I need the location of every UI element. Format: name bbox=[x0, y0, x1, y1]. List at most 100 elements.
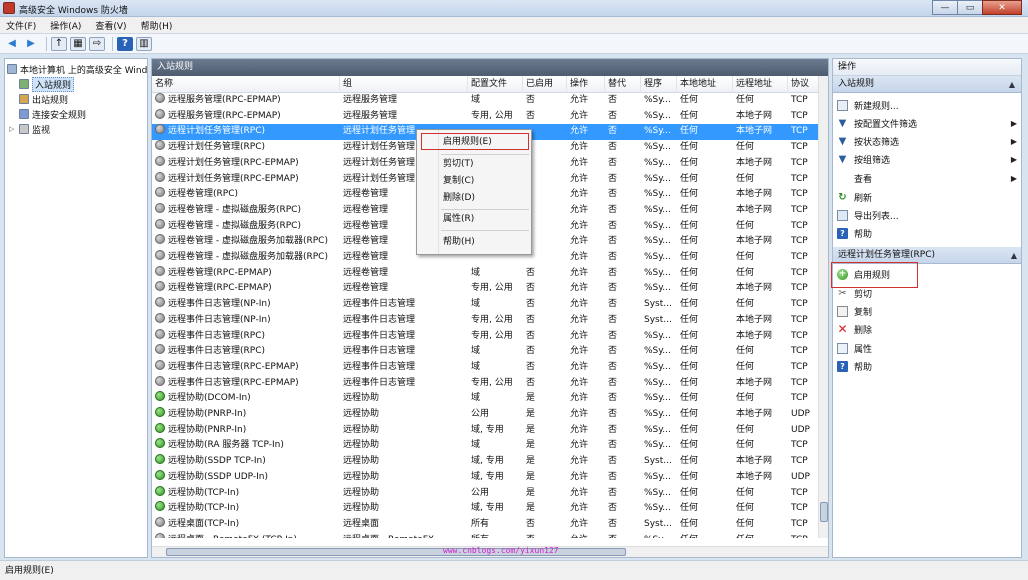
table-row[interactable]: 远程事件日志管理(NP-In) 远程事件日志管理 域 否 允许 否 Syst... 任何 任何 T… bbox=[152, 297, 820, 313]
column-header-name[interactable]: 名称 bbox=[152, 76, 340, 93]
cell-text: Syst... bbox=[644, 314, 672, 325]
cell-text: 本地子网 bbox=[736, 283, 773, 294]
menu-view[interactable]: 查看(V) bbox=[95, 19, 126, 32]
menu-item-copy[interactable]: 复制(C) bbox=[443, 174, 474, 189]
table-row[interactable]: 远程事件日志管理(RPC-EPMAP) 远程事件日志管理 域 否 允许 否 %Sy... 任何… bbox=[152, 359, 820, 376]
table-row[interactable]: 远程协助(TCP-In) 远程协助 公用 是 允许 否 %Sy... 任何 任何 TCP bbox=[152, 485, 820, 502]
minimize-button[interactable]: — bbox=[932, 0, 958, 15]
new-rule-icon bbox=[837, 99, 848, 111]
expand-icon[interactable]: ▷ bbox=[9, 125, 17, 133]
export-icon[interactable]: ⇨ bbox=[89, 36, 105, 51]
tree-item-inbound-rules[interactable]: 入站规则 bbox=[19, 76, 75, 92]
table-row[interactable]: 远程协助(SSDP TCP-In) 远程协助 域, 专用 是 允许 否 Syst... 任何 本… bbox=[152, 454, 820, 470]
cell-name: 远程协助(RA 服务器 TCP-In) bbox=[152, 438, 340, 454]
action-help[interactable]: ? 帮助 bbox=[837, 224, 1019, 242]
disabled-status-icon bbox=[155, 140, 165, 151]
action-new-rule[interactable]: 新建规则... bbox=[837, 96, 1019, 114]
cell-text: 远程协助(TCP-In) bbox=[168, 487, 240, 498]
menu-file[interactable]: 文件(F) bbox=[6, 19, 36, 32]
cell-override: 否 bbox=[605, 172, 641, 188]
action-delete[interactable]: ✕ 删除 bbox=[837, 320, 1019, 338]
action-copy[interactable]: 复制 bbox=[837, 302, 1019, 320]
collapse-icon[interactable]: ▲ bbox=[1011, 247, 1017, 264]
table-row[interactable]: 远程协助(PNRP-In) 远程协助 域, 专用 是 允许 否 %Sy... 任何 任何 UDP bbox=[152, 422, 820, 439]
cell-text: 否 bbox=[608, 487, 618, 498]
cell-text: 任何 bbox=[680, 471, 699, 482]
help-icon[interactable]: ? bbox=[117, 36, 133, 51]
action-filter-group[interactable]: ▼ 按组筛选 ▶ bbox=[837, 150, 1019, 168]
action-export-list[interactable]: 导出列表... bbox=[837, 206, 1019, 224]
cell-text: 是 bbox=[526, 409, 536, 419]
cell-protocol: TCP bbox=[788, 93, 820, 109]
column-header-group[interactable]: 组 bbox=[340, 76, 468, 93]
column-header-profile[interactable]: 配置文件 bbox=[468, 76, 523, 93]
table-row[interactable]: 远程事件日志管理(NP-In) 远程事件日志管理 专用, 公用 否 允许 否 Syst...… bbox=[152, 312, 820, 329]
table-row[interactable]: 远程卷管理(RPC-EPMAP) 远程卷管理 域 否 允许 否 %Sy... 任何 任何 TCP bbox=[152, 265, 820, 282]
table-row[interactable]: 远程卷管理(RPC-EPMAP) 远程卷管理 专用, 公用 否 允许 否 %Sy... 任何 本… bbox=[152, 281, 820, 297]
cell-group: 远程协助 bbox=[340, 407, 468, 423]
column-header-program[interactable]: 程序 bbox=[641, 76, 677, 93]
forward-icon[interactable]: ▶ bbox=[23, 37, 39, 51]
column-header-override[interactable]: 替代 bbox=[605, 76, 641, 93]
menu-item-enable-rule[interactable]: 启用规则(E) bbox=[443, 135, 492, 150]
tree-item-monitoring[interactable]: ▷ 监视 bbox=[9, 122, 50, 136]
menu-action[interactable]: 操作(A) bbox=[50, 19, 81, 32]
menu-help[interactable]: 帮助(H) bbox=[141, 19, 173, 32]
cell-text: 任何 bbox=[680, 173, 699, 184]
cell-enabled: 否 bbox=[523, 93, 567, 109]
tree-item-connection-security[interactable]: 连接安全规则 bbox=[19, 107, 86, 121]
cell-text: 是 bbox=[526, 456, 536, 467]
action-filter-state[interactable]: ▼ 按状态筛选 ▶ bbox=[837, 132, 1019, 150]
column-header-enabled[interactable]: 已启用 bbox=[523, 76, 567, 93]
action-filter-profile[interactable]: ▼ 按配置文件筛选 ▶ bbox=[837, 114, 1019, 132]
enabled-status-icon bbox=[155, 422, 165, 433]
menu-item-delete[interactable]: 删除(D) bbox=[443, 191, 475, 206]
cell-action: 允许 bbox=[567, 234, 605, 250]
table-row[interactable]: 远程桌面(TCP-In) 远程桌面 所有 否 允许 否 Syst... 任何 任何 TCP bbox=[152, 516, 820, 533]
column-header-local-address[interactable]: 本地地址 bbox=[677, 76, 733, 93]
table-row[interactable]: 远程协助(DCOM-In) 远程协助 域 是 允许 否 %Sy... 任何 任何 TCP bbox=[152, 391, 820, 407]
cell-program: %Sy... bbox=[641, 250, 677, 266]
cell-protocol: TCP bbox=[788, 140, 820, 156]
action-help-rule[interactable]: ? 帮助 bbox=[837, 357, 1019, 375]
show-hide-tree-icon[interactable]: ▦ bbox=[70, 36, 86, 51]
enabled-status-icon bbox=[155, 469, 165, 480]
table-row[interactable]: 远程服务管理(RPC-EPMAP) 远程服务管理 域 否 允许 否 %Sy... 任何 任何 TC… bbox=[152, 93, 820, 109]
scroll-thumb[interactable] bbox=[820, 502, 828, 522]
cell-profile: 专用, 公用 bbox=[468, 109, 523, 125]
menu-item-properties[interactable]: 属性(R) bbox=[443, 212, 474, 227]
action-properties[interactable]: 属性 bbox=[837, 339, 1019, 357]
actions-section-inbound[interactable]: 入站规则 ▲ bbox=[833, 76, 1021, 93]
action-refresh[interactable]: ↻ 刷新 bbox=[837, 188, 1019, 206]
tree-item-outbound-rules[interactable]: 出站规则 bbox=[19, 92, 68, 106]
cell-text: 远程协助 bbox=[343, 487, 380, 498]
cell-protocol: TCP bbox=[788, 156, 820, 172]
menu-separator bbox=[441, 154, 529, 155]
collapse-icon[interactable]: ▲ bbox=[1009, 76, 1015, 93]
table-row[interactable]: 远程协助(PNRP-In) 远程协助 公用 是 允许 否 %Sy... 任何 本地子网 UDP bbox=[152, 407, 820, 423]
up-folder-icon[interactable]: ↑ bbox=[51, 36, 67, 51]
table-row[interactable]: 远程事件日志管理(RPC-EPMAP) 远程事件日志管理 专用, 公用 否 允许 否 %Sy… bbox=[152, 375, 820, 392]
vertical-scrollbar[interactable] bbox=[818, 76, 828, 538]
action-pane-icon[interactable]: ▥ bbox=[136, 36, 152, 51]
maximize-button[interactable]: ▭ bbox=[957, 0, 983, 15]
column-header-remote-address[interactable]: 远程地址 bbox=[733, 76, 788, 93]
table-row[interactable]: 远程事件日志管理(RPC) 远程事件日志管理 域 否 允许 否 %Sy... 任何 任何 TCP bbox=[152, 344, 820, 360]
tree-root[interactable]: 本地计算机 上的高级安全 Windows bbox=[7, 62, 147, 76]
column-header-action[interactable]: 操作 bbox=[567, 76, 605, 93]
table-row[interactable]: 远程服务管理(RPC-EPMAP) 远程服务管理 专用, 公用 否 允许 否 %Sy... 任… bbox=[152, 108, 820, 125]
tree-item-label: 监视 bbox=[32, 125, 51, 136]
column-header-protocol[interactable]: 协议 bbox=[788, 76, 820, 93]
cell-local: 任何 bbox=[677, 517, 733, 533]
back-icon[interactable]: ◀ bbox=[4, 37, 20, 51]
close-button[interactable]: ✕ bbox=[982, 0, 1022, 15]
menu-item-cut[interactable]: 剪切(T) bbox=[443, 157, 474, 172]
table-row[interactable]: 远程协助(RA 服务器 TCP-In) 远程协助 域 是 允许 否 %Sy... 任何 任何 TC… bbox=[152, 438, 820, 454]
action-view[interactable]: 查看 ▶ bbox=[837, 169, 1019, 187]
table-row[interactable]: 远程桌面 - RemoteFX (TCP-In) 远程桌面 - RemoteFX 所… bbox=[152, 532, 820, 538]
table-row[interactable]: 远程事件日志管理(RPC) 远程事件日志管理 专用, 公用 否 允许 否 %Sy... 任何 本… bbox=[152, 328, 820, 345]
table-row[interactable]: 远程协助(TCP-In) 远程协助 域, 专用 是 允许 否 %Sy... 任何 任何 TCP bbox=[152, 501, 820, 517]
table-row[interactable]: 远程协助(SSDP UDP-In) 远程协助 域, 专用 是 允许 否 %Sy... 任何 本地… bbox=[152, 469, 820, 486]
menu-item-help[interactable]: 帮助(H) bbox=[443, 235, 475, 250]
cell-text: 远程卷管理 bbox=[343, 267, 389, 278]
